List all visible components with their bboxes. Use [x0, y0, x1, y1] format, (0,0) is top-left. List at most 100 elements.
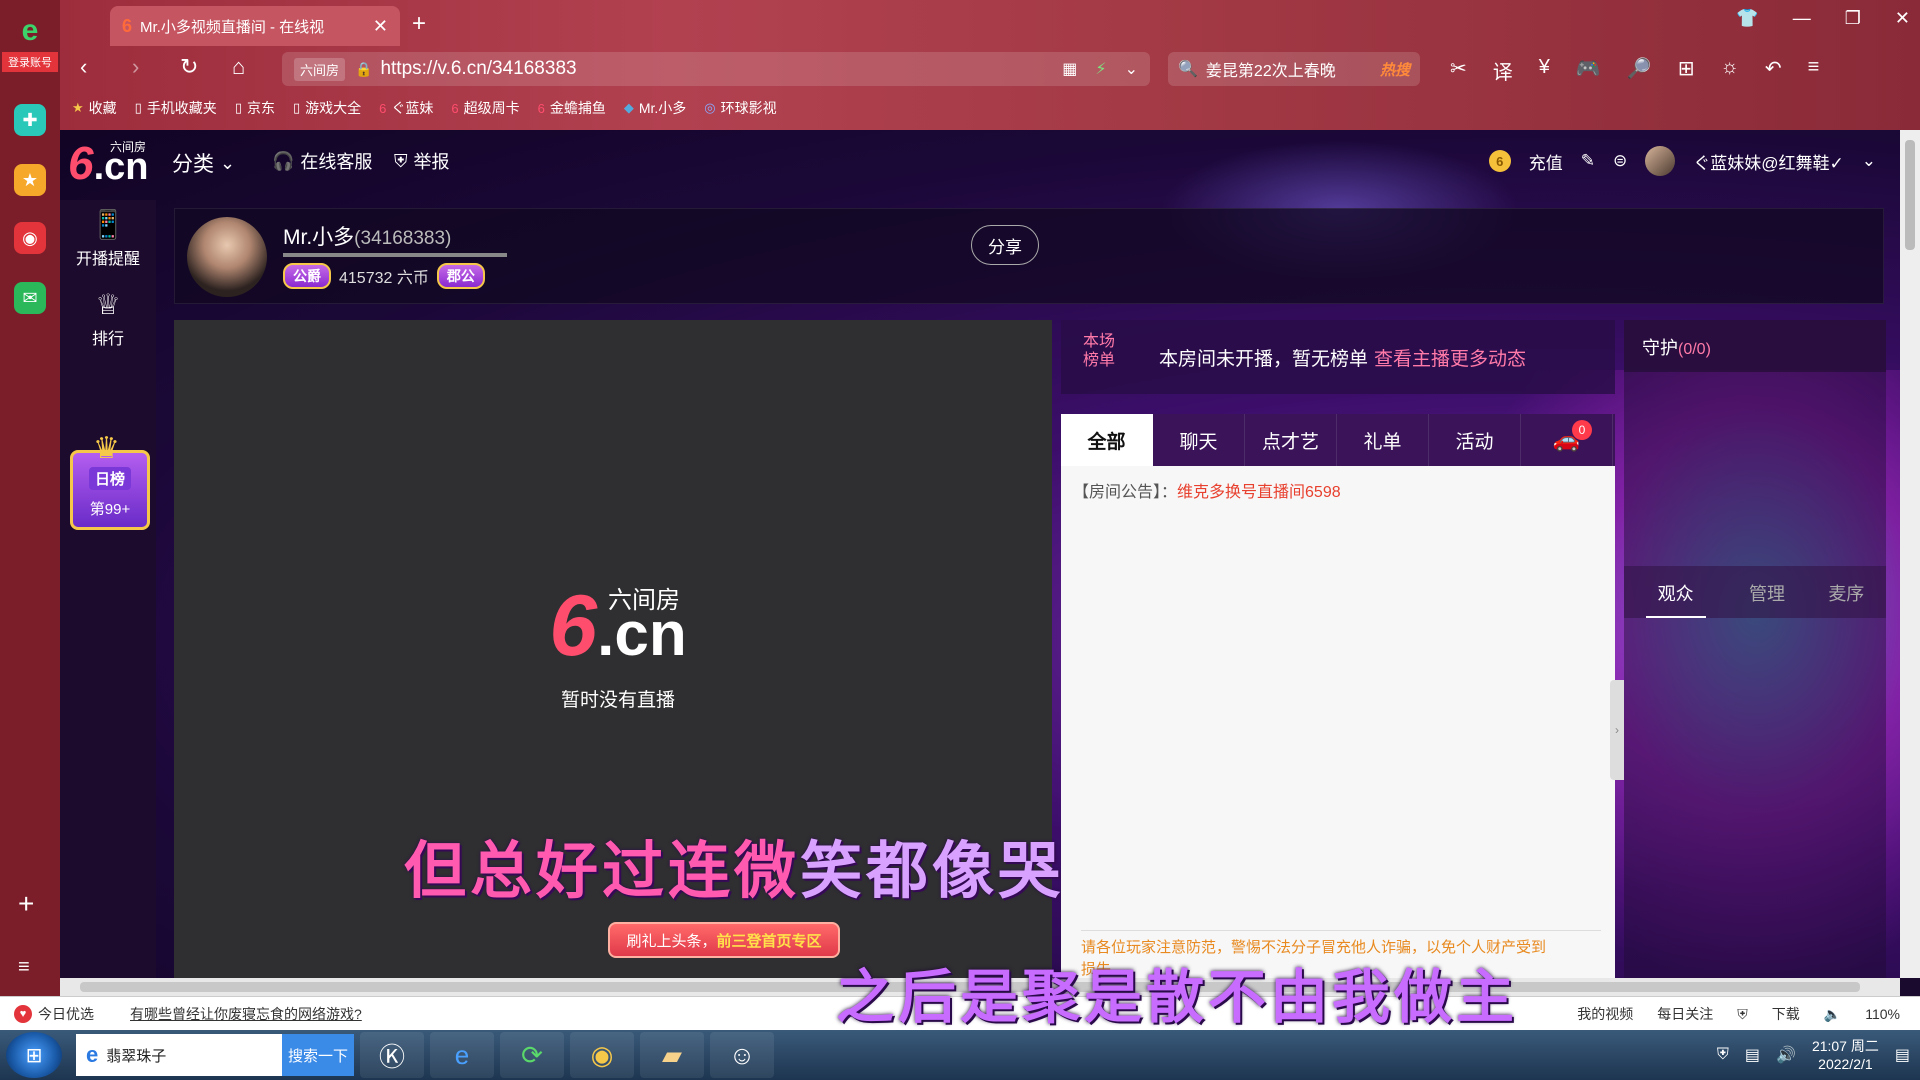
add-app-icon[interactable]: +: [18, 888, 34, 920]
six-icon: 6: [379, 100, 387, 116]
bookmark-item[interactable]: ★ 收藏: [72, 98, 117, 118]
remind-button[interactable]: 📱 开播提醒: [60, 208, 156, 269]
share-button[interactable]: 分享: [971, 225, 1039, 265]
brightness-icon[interactable]: ☼: [1720, 56, 1738, 85]
video-player[interactable]: 六间房 6.cn 暂时没有直播 但总好过连微笑都像哭 刷礼上头条， 前三登首页专区: [174, 320, 1060, 978]
bookmark-item[interactable]: ▯ 游戏大全: [293, 98, 361, 118]
browser-app-icon[interactable]: ⟳: [500, 1032, 564, 1078]
url-text[interactable]: https://v.6.cn/34168383: [380, 58, 1062, 80]
scissors-icon[interactable]: ✂: [1450, 56, 1467, 85]
back-icon[interactable]: ‹: [80, 54, 87, 80]
bookmark-item[interactable]: ◆ Mr.小多: [624, 98, 686, 118]
home-icon[interactable]: ⌂: [232, 54, 245, 80]
folder-app-icon[interactable]: ▰: [640, 1032, 704, 1078]
tab-mic-queue[interactable]: 麦序: [1828, 566, 1864, 618]
search-text[interactable]: 姜昆第22次上春晚: [1206, 57, 1336, 81]
rank-button[interactable]: ♕ 排行: [60, 288, 156, 349]
daily-focus-link[interactable]: 每日关注: [1657, 1004, 1713, 1024]
taskbar-search-button[interactable]: 搜索一下: [282, 1034, 354, 1076]
rank-label[interactable]: 本场榜单: [1083, 332, 1123, 370]
tab-activity[interactable]: 活动: [1429, 414, 1521, 466]
anchor-avatar[interactable]: [187, 217, 267, 297]
bookmark-item[interactable]: ▯ 手机收藏夹: [135, 98, 217, 118]
tab-admin[interactable]: 管理: [1749, 566, 1785, 618]
list-menu-icon[interactable]: ≡: [18, 956, 30, 979]
tab-gift-list[interactable]: 礼单: [1337, 414, 1429, 466]
find-icon[interactable]: 🔎: [1627, 56, 1652, 85]
new-tab-icon[interactable]: +: [412, 10, 426, 38]
promo-banner[interactable]: 刷礼上头条， 前三登首页专区: [608, 922, 840, 958]
message-icon[interactable]: ⊜: [1613, 151, 1627, 171]
tab-talent[interactable]: 点才艺: [1245, 414, 1337, 466]
address-bar[interactable]: 六间房 🔒 https://v.6.cn/34168383 ▦ ⚡ ⌄: [282, 52, 1150, 86]
start-button[interactable]: ⊞: [6, 1032, 62, 1078]
mail-icon[interactable]: ✉: [14, 282, 46, 314]
coin-icon[interactable]: ¥: [1539, 56, 1550, 85]
bookmark-item[interactable]: ▯ 京东: [235, 98, 275, 118]
shield-icon[interactable]: ⛨: [1717, 1046, 1729, 1064]
my-video-link[interactable]: 我的视频: [1577, 1004, 1633, 1024]
minimize-icon[interactable]: —: [1793, 8, 1811, 29]
grid-icon[interactable]: ⊞: [1678, 56, 1695, 85]
chrome-app-icon[interactable]: ◉: [570, 1032, 634, 1078]
zoom-level[interactable]: 110%: [1865, 1006, 1900, 1022]
bookmark-item[interactable]: 6 金蟾捕鱼: [538, 98, 606, 118]
car-count-badge: 0: [1572, 420, 1592, 440]
tab-chat[interactable]: 聊天: [1153, 414, 1245, 466]
daily-rank-badge[interactable]: ♛ 日榜 第99+: [70, 432, 150, 530]
favorites-app-icon[interactable]: ★: [14, 164, 46, 196]
tab-all[interactable]: 全部: [1061, 414, 1153, 466]
volume-icon[interactable]: 🔊: [1776, 1045, 1796, 1065]
scroll-thumb[interactable]: [1905, 140, 1915, 250]
vertical-scrollbar[interactable]: [1900, 130, 1920, 978]
tab-car[interactable]: 🚗 0: [1521, 414, 1613, 466]
plus-app-icon[interactable]: ✚: [14, 104, 46, 136]
report-link[interactable]: ⛨ 举报: [394, 148, 450, 174]
speaker-icon[interactable]: 🔈: [1824, 1006, 1841, 1023]
notification-icon[interactable]: ▤: [1895, 1045, 1910, 1065]
download-link[interactable]: 下载: [1772, 1004, 1800, 1024]
site-logo[interactable]: 六间房 6.cn: [68, 140, 149, 189]
gamepad-icon[interactable]: 🎮: [1576, 56, 1601, 85]
game-app-icon[interactable]: ☺: [710, 1032, 774, 1078]
shield-icon[interactable]: ⛨: [1737, 1006, 1748, 1023]
chevron-down-icon[interactable]: ⌄: [1125, 59, 1138, 79]
active-tab[interactable]: 6 Mr.小多视频直播间 - 在线视 ✕: [110, 6, 400, 46]
weibo-icon[interactable]: ◉: [14, 222, 46, 254]
anchor-dynamics-link[interactable]: 查看主播更多动态: [1374, 349, 1526, 370]
chevron-down-icon[interactable]: ⌄: [1862, 151, 1876, 171]
browser-search-box[interactable]: 🔍 姜昆第22次上春晚 热搜: [1168, 52, 1420, 86]
taskbar-search[interactable]: e 翡翠珠子: [76, 1034, 282, 1076]
k-app-icon[interactable]: Ⓚ: [360, 1032, 424, 1078]
reload-icon[interactable]: ↻: [180, 54, 198, 80]
edit-icon[interactable]: ✎: [1581, 151, 1595, 171]
user-avatar[interactable]: [1645, 146, 1676, 176]
login-button[interactable]: 登录账号: [2, 52, 58, 72]
skin-icon[interactable]: 👕: [1736, 8, 1758, 29]
category-menu[interactable]: 分类 ⌄: [172, 148, 235, 178]
translate-icon[interactable]: 译: [1493, 56, 1513, 85]
network-icon[interactable]: ▤: [1745, 1045, 1760, 1065]
ie-app-icon[interactable]: e: [430, 1032, 494, 1078]
qr-icon[interactable]: ▦: [1062, 59, 1077, 79]
today-picks[interactable]: ♥ 今日优选: [14, 1004, 94, 1024]
hot-search-label[interactable]: 热搜: [1380, 59, 1410, 80]
tab-close-icon[interactable]: ✕: [373, 16, 388, 37]
username[interactable]: ぐ蓝妹妹@红舞鞋✓: [1693, 149, 1844, 174]
tab-audience[interactable]: 观众: [1645, 566, 1706, 618]
lightning-icon[interactable]: ⚡: [1095, 59, 1106, 79]
collapse-handle[interactable]: ›: [1610, 680, 1624, 780]
bookmark-item[interactable]: 6 ぐ蓝妹: [379, 98, 433, 118]
recharge-link[interactable]: 充值: [1529, 149, 1563, 174]
clock[interactable]: 21:07 周二 2022/2/1: [1812, 1037, 1879, 1073]
bookmark-item[interactable]: ◎ 环球影视: [704, 98, 776, 118]
ie-logo-icon[interactable]: e: [8, 14, 52, 48]
close-window-icon[interactable]: ✕: [1895, 8, 1910, 29]
news-link[interactable]: 有哪些曾经让你废寝忘食的网络游戏?: [130, 1004, 362, 1024]
bookmark-item[interactable]: 6 超级周卡: [451, 98, 519, 118]
menu-icon[interactable]: ≡: [1808, 56, 1820, 85]
forward-icon[interactable]: ›: [132, 54, 139, 80]
service-link[interactable]: 🎧 在线客服: [272, 148, 372, 174]
restore-icon[interactable]: ❐: [1845, 8, 1861, 29]
undo-icon[interactable]: ↶: [1765, 56, 1782, 85]
